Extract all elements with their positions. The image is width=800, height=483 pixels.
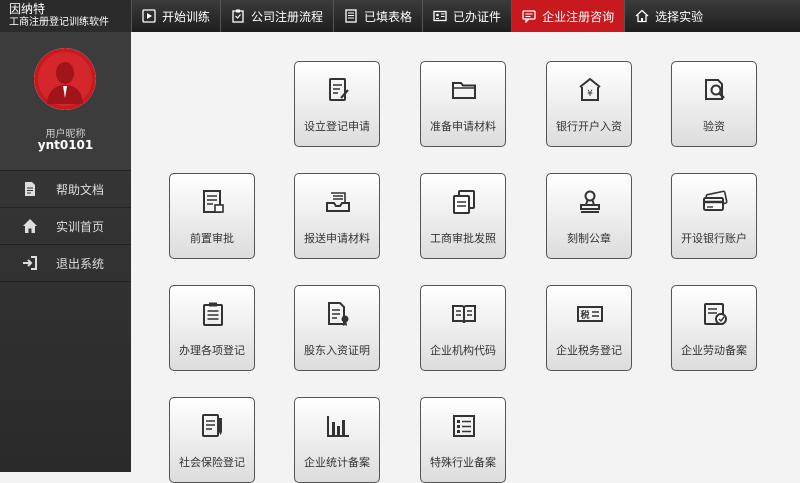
document-icon [344,9,358,23]
main-tabs: 开始训练 公司注册流程 已填表格 已办证件 企业注册咨询 选择实验 [131,0,713,32]
tile-open-bank-account[interactable]: 开设银行账户 [671,173,757,259]
tab-select-experiment[interactable]: 选择实验 [624,0,713,32]
tile-capital-verification[interactable]: 验资 [671,61,757,147]
user-profile: 用户昵称 ynt0101 [0,32,131,171]
app-subtitle: 工商注册登记训练软件 [9,17,109,28]
tile-bank-account-capital[interactable]: ¥ 银行开户入资 [546,61,632,147]
tax-ticket-icon: 税 [576,300,604,328]
tile-label: 准备申请材料 [430,120,496,133]
tab-filled-forms[interactable]: 已填表格 [333,0,422,32]
consulting-tile-grid: 设立登记申请 准备申请材料 ¥ 银行开户入资 验资 前置审批 报送申请材料 工商… [131,32,800,483]
sidebar-item-label: 退出系统 [56,256,105,271]
id-card-icon [433,9,447,23]
tile-label: 办理各项登记 [179,344,245,357]
tile-label: 银行开户入资 [556,120,622,133]
tile-label: 验资 [703,120,725,133]
license-copy-icon [450,188,478,216]
tile-label: 设立登记申请 [304,120,370,133]
tile-label: 企业税务登记 [556,344,622,357]
open-book-icon [450,300,478,328]
tab-label: 公司注册流程 [251,9,324,24]
tab-label: 开始训练 [162,9,211,24]
tab-label: 选择实验 [655,9,704,24]
tile-engrave-seal[interactable]: 刻制公章 [546,173,632,259]
play-icon [142,9,156,23]
document-icon [22,181,38,197]
tab-label: 已办证件 [453,9,502,24]
insurance-form-icon [199,412,227,440]
bank-icon: ¥ [576,76,604,104]
tile-submit-materials[interactable]: 报送申请材料 [294,173,380,259]
list-table-icon [450,412,478,440]
sidebar-item-home[interactable]: 实训首页 [0,208,131,245]
tile-prepare-materials[interactable]: 准备申请材料 [420,61,506,147]
approval-document-icon [199,188,227,216]
top-bar: 因纳特 工商注册登记训练软件 开始训练 公司注册流程 已填表格 已办证件 企业注… [0,0,800,32]
tile-label: 前置审批 [190,232,234,245]
tile-label: 企业统计备案 [304,456,370,469]
tile-label: 社会保险登记 [179,456,245,469]
inbox-tray-icon [324,188,352,216]
tile-establishment-application[interactable]: 设立登记申请 [294,61,380,147]
tile-label: 报送申请材料 [304,232,370,245]
bank-card-icon [701,188,729,216]
svg-text:税: 税 [580,309,589,321]
tile-label: 股东入资证明 [304,344,370,357]
sidebar-item-label: 帮助文档 [56,182,105,197]
tab-label: 已填表格 [364,9,413,24]
certificate-icon [324,300,352,328]
tile-label: 开设银行账户 [681,232,747,245]
clipboard-list-icon [199,300,227,328]
tab-issued-certificates[interactable]: 已办证件 [422,0,511,32]
tile-label: 企业机构代码 [430,344,496,357]
home-icon [635,9,649,23]
tile-tax-registration[interactable]: 税 企业税务登记 [546,285,632,371]
tile-organization-code[interactable]: 企业机构代码 [420,285,506,371]
tile-label: 工商审批发照 [430,232,496,245]
labor-record-icon [701,300,729,328]
chat-icon [522,9,536,23]
form-pen-icon [324,76,352,104]
logout-icon [22,255,38,271]
sidebar-item-help[interactable]: 帮助文档 [0,171,131,208]
tab-registration-process[interactable]: 公司注册流程 [220,0,333,32]
stamp-icon [576,188,604,216]
tile-social-insurance[interactable]: 社会保险登记 [169,397,255,483]
home-icon [22,218,38,234]
user-silhouette-icon [34,48,96,110]
username: ynt0101 [37,138,94,152]
magnify-document-icon [701,76,729,104]
tile-labor-record[interactable]: 企业劳动备案 [671,285,757,371]
svg-text:¥: ¥ [587,89,593,99]
tile-various-registrations[interactable]: 办理各项登记 [169,285,255,371]
tile-label: 刻制公章 [567,232,611,245]
clipboard-icon [231,9,245,23]
tile-label: 企业劳动备案 [681,344,747,357]
tab-start-training[interactable]: 开始训练 [131,0,220,32]
tile-statistics-record[interactable]: 企业统计备案 [294,397,380,483]
sidebar-item-logout[interactable]: 退出系统 [0,245,131,282]
tile-label: 特殊行业备案 [430,456,496,469]
tile-special-industry-record[interactable]: 特殊行业备案 [420,397,506,483]
bar-chart-icon [324,412,352,440]
tile-business-license-issuance[interactable]: 工商审批发照 [420,173,506,259]
tab-registration-consulting[interactable]: 企业注册咨询 [511,0,625,32]
tile-pre-approval[interactable]: 前置审批 [169,173,255,259]
tab-label: 企业注册咨询 [542,9,615,24]
folder-icon [450,76,478,104]
sidebar: 用户昵称 ynt0101 帮助文档 实训首页 退出系统 [0,32,131,472]
avatar [34,48,96,110]
tile-shareholder-capital-proof[interactable]: 股东入资证明 [294,285,380,371]
app-title: 因纳特 [9,2,46,16]
sidebar-item-label: 实训首页 [56,219,105,234]
app-brand: 因纳特 工商注册登记训练软件 [0,0,131,32]
